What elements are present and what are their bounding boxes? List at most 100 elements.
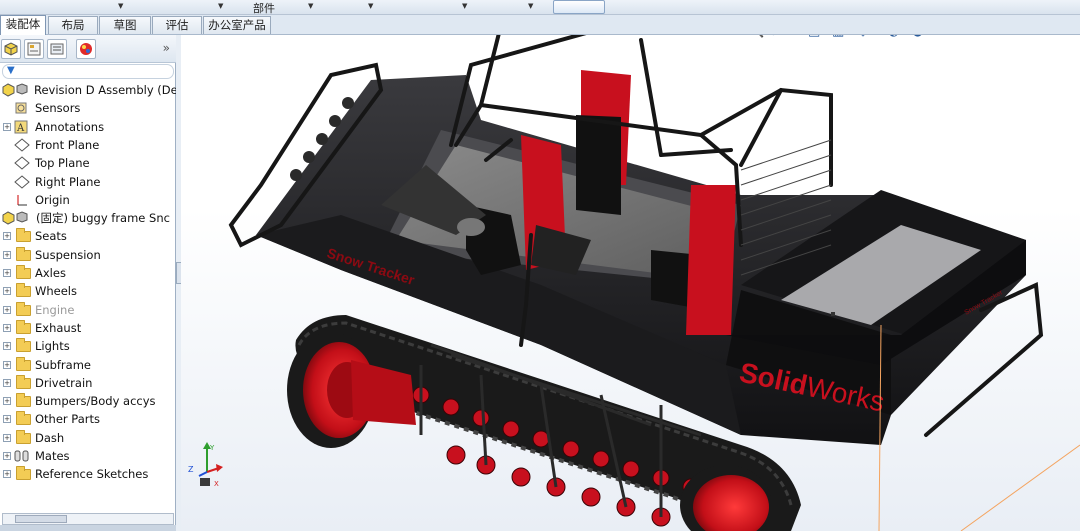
expand-toggle-icon[interactable]: +	[3, 269, 11, 277]
tree-item[interactable]: + Bumpers/Body accys	[0, 392, 176, 410]
part-icon	[2, 210, 30, 227]
tree-item-label: Revision D Assembly (Def	[34, 83, 176, 97]
filter-field[interactable]: ▼	[2, 64, 174, 79]
tree-item-label: Seats	[35, 229, 67, 244]
tree-item[interactable]: + Drivetrain	[0, 374, 176, 392]
horizontal-scrollbar[interactable]	[2, 513, 174, 525]
expand-toggle-icon[interactable]: +	[3, 470, 11, 479]
expand-toggle-icon[interactable]: +	[3, 305, 11, 314]
highlighted-toolbar-button[interactable]	[553, 0, 605, 14]
folder-icon	[16, 466, 31, 481]
tree-item-label: (固定) buggy frame Snc	[36, 211, 170, 226]
tree-item-label: Reference Sketches	[35, 467, 149, 482]
graphics-viewport[interactable]: 🔍 ⊕ ✂ ▣ ▦ ◈ ◐ ● ▭ ▾	[181, 35, 1080, 531]
expand-toggle-icon[interactable]: +	[3, 287, 11, 296]
dropdown-arrow-icon[interactable]: ▼	[218, 2, 223, 10]
parts-label[interactable]: 部件	[253, 0, 275, 16]
tree-item[interactable]: Top Plane	[0, 154, 176, 172]
svg-text:Y: Y	[209, 444, 215, 452]
tab-office-products[interactable]: 办公室产品	[203, 16, 271, 34]
tree-item-label: Origin	[35, 192, 70, 207]
tree-item-label: Top Plane	[35, 156, 90, 171]
folder-icon	[16, 356, 31, 371]
svg-text:Z: Z	[188, 465, 194, 474]
tree-item[interactable]: + Engine	[0, 301, 176, 319]
expand-panel-icon[interactable]: »	[163, 41, 170, 55]
tree-item-label: Right Plane	[35, 174, 101, 189]
tree-item-label: Sensors	[35, 101, 81, 116]
plane-icon	[14, 138, 30, 154]
scrollbar-thumb[interactable]	[15, 515, 67, 523]
tree-item[interactable]: + Subframe	[0, 356, 176, 374]
tree-item[interactable]: + Seats	[0, 227, 176, 245]
tree-item[interactable]: + Wheels	[0, 282, 176, 300]
expand-toggle-icon[interactable]: +	[3, 360, 11, 369]
tree-item-label: Subframe	[35, 357, 91, 372]
command-manager-strip: ▼ ▼ 部件 ▼ ▼ ▼ ▼	[0, 0, 1080, 15]
expand-toggle-icon[interactable]: +	[3, 232, 11, 241]
expand-toggle-icon[interactable]: +	[3, 250, 11, 259]
dropdown-arrow-icon[interactable]: ▼	[118, 2, 123, 10]
command-tabs: 装配体 布局 草图 评估 办公室产品	[0, 15, 1080, 35]
folder-icon	[16, 228, 31, 243]
tree-item-label: Lights	[35, 339, 70, 354]
tab-assembly[interactable]: 装配体	[0, 15, 46, 35]
tree-item[interactable]: + Lights	[0, 337, 176, 355]
svg-text:X: X	[214, 480, 219, 488]
configuration-manager-tab[interactable]	[47, 39, 67, 59]
sensor-icon	[14, 101, 28, 117]
tree-item[interactable]: + Suspension	[0, 246, 176, 264]
bottom-tab-strip[interactable]	[0, 525, 176, 531]
dropdown-arrow-icon[interactable]: ▼	[368, 2, 373, 10]
expand-toggle-icon[interactable]: +	[3, 397, 11, 406]
tree-item[interactable]: Revision D Assembly (Def	[0, 81, 176, 99]
property-manager-tab[interactable]	[24, 39, 44, 59]
annotation-icon: A	[14, 120, 28, 136]
tree-item[interactable]: Front Plane	[0, 136, 176, 154]
tree-item[interactable]: + Mates	[0, 447, 176, 465]
tree-item[interactable]: + Other Parts	[0, 410, 176, 428]
tree-item[interactable]: +(固定) buggy frame Snc	[0, 209, 176, 227]
assembly-icon	[4, 42, 18, 56]
tree-item-label: Bumpers/Body accys	[35, 394, 156, 409]
tree-item[interactable]: Sensors	[0, 99, 176, 117]
tree-item[interactable]: Origin	[0, 191, 176, 209]
expand-toggle-icon[interactable]: +	[3, 415, 11, 424]
tree-item-label: Other Parts	[35, 412, 101, 427]
tab-evaluate[interactable]: 评估	[152, 16, 202, 34]
tree-item-label: Drivetrain	[35, 375, 93, 390]
tree-item-label: Dash	[35, 430, 65, 445]
tab-sketch[interactable]: 草图	[99, 16, 151, 34]
tree-item[interactable]: + Reference Sketches	[0, 465, 176, 483]
folder-icon	[16, 246, 31, 261]
mates-icon	[14, 449, 30, 465]
filter-icon: ▼	[7, 65, 15, 76]
tree-item-label: Wheels	[35, 284, 77, 299]
expand-toggle-icon[interactable]: +	[3, 433, 11, 442]
tree-item[interactable]: + Dash	[0, 429, 176, 447]
dropdown-arrow-icon[interactable]: ▼	[308, 2, 313, 10]
feature-manager-tab[interactable]	[1, 39, 21, 59]
expand-toggle-icon[interactable]: +	[3, 323, 11, 332]
expand-toggle-icon[interactable]: +	[3, 342, 11, 351]
tree-item[interactable]: + A Annotations	[0, 118, 176, 136]
tree-item[interactable]: + Axles	[0, 264, 176, 282]
tree-item-label: Exhaust	[35, 320, 82, 335]
expand-toggle-icon[interactable]: +	[3, 452, 11, 460]
appearance-icon	[80, 43, 92, 55]
dropdown-arrow-icon[interactable]: ▼	[528, 2, 533, 10]
display-manager-tab[interactable]	[76, 39, 96, 59]
expand-toggle-icon[interactable]: +	[3, 122, 11, 131]
folder-icon	[16, 411, 31, 426]
folder-icon	[16, 265, 31, 279]
expand-toggle-icon[interactable]: +	[3, 378, 11, 387]
tree-item[interactable]: Right Plane	[0, 173, 176, 191]
point-marker	[831, 312, 835, 316]
tab-layout[interactable]: 布局	[48, 16, 98, 34]
tree-item-label: Front Plane	[35, 137, 100, 152]
tree-item-label: Annotations	[35, 119, 105, 134]
dropdown-arrow-icon[interactable]: ▼	[462, 2, 467, 10]
tree-item[interactable]: + Exhaust	[0, 319, 176, 337]
folder-icon	[16, 338, 31, 353]
origin-icon	[14, 193, 28, 209]
